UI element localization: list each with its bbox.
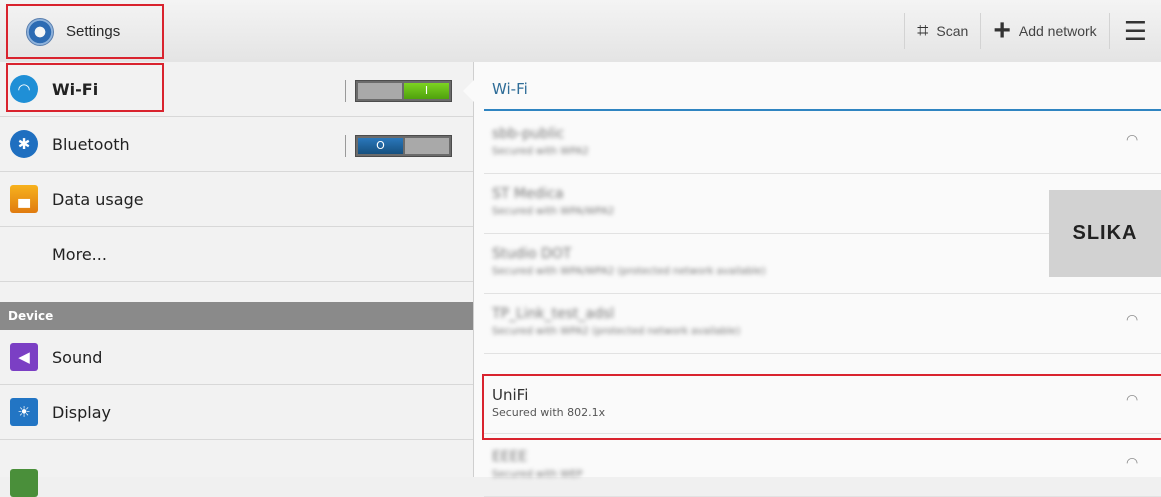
unifi-highlight-box <box>482 374 1161 440</box>
wifi-panel-title: Wi-Fi <box>492 80 528 98</box>
network-status: Secured with WPA2 <box>492 146 589 157</box>
scan-button[interactable]: ⌗ Scan <box>904 13 980 49</box>
partial-icon <box>10 468 38 497</box>
network-item[interactable]: EEEE Secured with WEP ◠ <box>484 437 1161 497</box>
network-name: sbb-public <box>492 126 565 142</box>
sidebar-item-more[interactable]: More... <box>0 227 473 282</box>
scan-icon: ⌗ <box>917 19 929 42</box>
wifi-highlight-box <box>6 63 164 112</box>
sidebar-item-label: Display <box>52 402 111 422</box>
wifi-toggle[interactable]: I <box>355 80 452 102</box>
sidebar-item-data-usage[interactable]: ▄ Data usage <box>0 172 473 227</box>
wifi-lock-icon: ◠ <box>1126 455 1139 471</box>
sidebar-item-label: Sound <box>52 347 103 367</box>
toggle-track <box>405 138 449 154</box>
data-usage-icon: ▄ <box>10 185 38 213</box>
network-name: Studio DOT <box>492 246 572 262</box>
title-underline <box>484 109 1161 111</box>
settings-gear-icon <box>26 17 54 46</box>
sidebar-item-label: Data usage <box>52 189 144 209</box>
toggle-divider <box>345 80 346 102</box>
toggle-on-knob: I <box>404 83 449 99</box>
section-header-device: Device <box>0 302 473 330</box>
network-status: Secured with WPA/WPA2 (protected network… <box>492 266 766 277</box>
slika-label: SLIKA <box>1049 190 1161 277</box>
wifi-lock-icon: ◠ <box>1126 132 1139 148</box>
add-network-label: Add network <box>1018 23 1097 39</box>
sidebar-item-label: Bluetooth <box>52 134 130 154</box>
bluetooth-toggle[interactable]: O <box>355 135 452 157</box>
overflow-menu-icon[interactable]: ☰ <box>1108 13 1161 49</box>
settings-header[interactable]: Settings <box>6 4 164 59</box>
action-bar: Settings ⌗ Scan + Add network ☰ <box>0 0 1161 63</box>
scan-label: Scan <box>936 23 969 39</box>
sound-icon: ◀ <box>10 343 38 371</box>
action-bar-actions: ⌗ Scan + Add network ☰ <box>904 0 1161 62</box>
sidebar-item-partial[interactable] <box>0 440 473 497</box>
panel-pointer <box>463 80 474 102</box>
network-status: Secured with WPA2 (protected network ava… <box>492 326 741 337</box>
toggle-track <box>358 83 402 99</box>
network-name: ST Medica <box>492 186 564 202</box>
plus-icon: + <box>993 14 1011 47</box>
display-icon: ☀ <box>10 398 38 426</box>
network-item[interactable]: TP_Link_test_adsl Secured with WPA2 (pro… <box>484 294 1161 354</box>
sidebar-item-sound[interactable]: ◀ Sound <box>0 330 473 385</box>
toggle-off-knob: O <box>358 138 403 154</box>
network-status: Secured with WPA/WPA2 <box>492 206 615 217</box>
add-network-button[interactable]: + Add network <box>980 13 1108 49</box>
sidebar-item-display[interactable]: ☀ Display <box>0 385 473 440</box>
bluetooth-icon: ✱ <box>10 130 38 158</box>
network-name: EEEE <box>492 449 528 465</box>
sidebar-item-bluetooth[interactable]: ✱ Bluetooth O <box>0 117 473 172</box>
settings-title: Settings <box>66 23 121 40</box>
toggle-divider <box>345 135 346 157</box>
wifi-lock-icon: ◠ <box>1126 312 1139 328</box>
network-name: TP_Link_test_adsl <box>492 306 615 322</box>
network-item[interactable]: sbb-public Secured with WPA2 ◠ <box>484 114 1161 174</box>
sidebar-item-label: More... <box>52 244 107 264</box>
network-status: Secured with WEP <box>492 469 583 480</box>
settings-list: ◠ Wi-Fi I ✱ Bluetooth O ▄ Data usage Mor… <box>0 62 473 497</box>
